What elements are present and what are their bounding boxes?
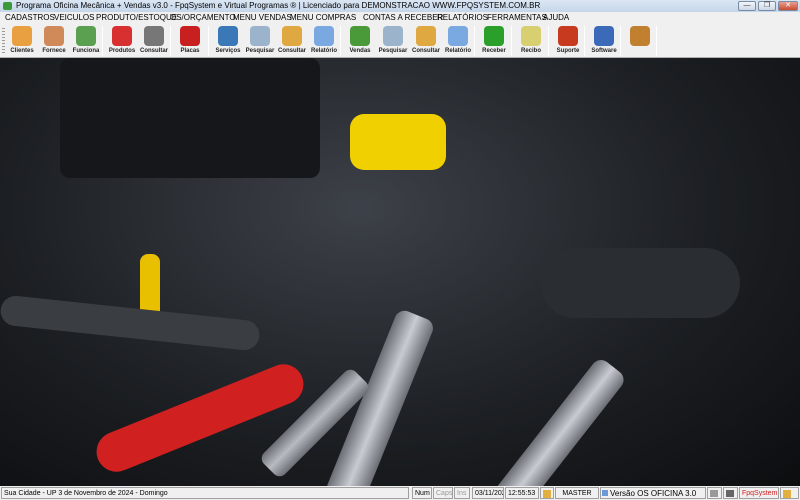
menu-cadastros[interactable]: CADASTROS (5, 12, 55, 24)
status-num: Num (412, 487, 432, 499)
toolbar-button-consultar-4[interactable]: Consultar (138, 25, 170, 57)
toolbar-label: Suporte (556, 48, 580, 54)
printer-icon (448, 26, 468, 46)
restore-button[interactable]: ❐ (758, 1, 776, 11)
version-text: Versão OS OFICINA 3.0 (610, 489, 697, 498)
status-user: MASTER (555, 487, 599, 499)
toolbar-button-receber-14[interactable]: Receber (478, 25, 510, 57)
toolbar-separator (584, 26, 585, 56)
toolbar-separator (170, 26, 171, 56)
monitor-icon (594, 26, 614, 46)
toolbar-label: Receber (482, 48, 506, 54)
toolbar-separator (102, 26, 103, 56)
support-icon (558, 26, 578, 46)
printer-icon (314, 26, 334, 46)
cart-icon (350, 26, 370, 46)
calculator-icon[interactable] (723, 487, 738, 499)
toolbar-separator (340, 26, 341, 56)
toolbar-label: Relatório (310, 48, 337, 54)
menu-produto-estoque[interactable]: PRODUTO/ESTOQUE (96, 12, 177, 24)
status-caps: Caps (433, 487, 453, 499)
toolbar-label: Recibo (520, 48, 541, 54)
status-location-date: Sua Cidade - UP 3 de Novembro de 2024 - … (1, 487, 409, 499)
toolbar-button-funciona-2[interactable]: Funciona (70, 25, 102, 57)
menu-ajuda[interactable]: AJUDA (543, 12, 569, 24)
employee-icon (76, 26, 96, 46)
toolbar-separator (548, 26, 549, 56)
toolbar-separator (656, 26, 657, 56)
toolbar-label: Consultar (139, 48, 168, 54)
engine-background-image (0, 58, 800, 486)
toolbar-button-pesquisar-11[interactable]: Pesquisar (377, 25, 409, 57)
users-icon (12, 26, 32, 46)
status-ins: Ins (454, 487, 470, 499)
menu-vendas[interactable]: MENU VENDAS (233, 12, 292, 24)
toolbar-button-sair-18[interactable] (624, 25, 656, 57)
folder-drawer-icon (282, 26, 302, 46)
toolbar-button-placas-5[interactable]: Placas (174, 25, 206, 57)
exit-door-icon (630, 26, 650, 46)
title-bar: Programa Oficina Mecânica + Vendas v3.0 … (0, 0, 800, 12)
toolbar-button-relatório-9[interactable]: Relatório (308, 25, 340, 57)
status-version: Versão OS OFICINA 3.0 (600, 487, 706, 499)
toolbar-separator (474, 26, 475, 56)
menu-veiculos[interactable]: VEICULOS (54, 12, 94, 24)
clipboard-icon (218, 26, 238, 46)
version-icon (602, 490, 608, 496)
toolbar-button-vendas-10[interactable]: Vendas (344, 25, 376, 57)
close-button[interactable]: ✕ (778, 1, 798, 11)
toolbar-label: Funciona (72, 48, 100, 54)
toolbar-button-relatório-13[interactable]: Relatório (442, 25, 474, 57)
menu-contas-receber[interactable]: CONTAS A RECEBER (363, 12, 443, 24)
status-bar: Sua Cidade - UP 3 de Novembro de 2024 - … (0, 486, 800, 500)
dollar-icon (484, 26, 504, 46)
minimize-button[interactable]: — (738, 1, 756, 11)
toolbar-label: Software (591, 48, 617, 54)
status-date: 03/11/2024 (472, 487, 504, 499)
toolbar-separator (620, 26, 621, 56)
user-icon (540, 487, 554, 499)
menu-relatorios[interactable]: RELATÓRIOS (437, 12, 488, 24)
help-icon[interactable] (780, 487, 799, 499)
toolbar-separator (208, 26, 209, 56)
car-icon (180, 26, 200, 46)
barcode-icon (144, 26, 164, 46)
supplier-icon (44, 26, 64, 46)
menu-bar: CADASTROS VEICULOS PRODUTO/ESTOQUE OS/OR… (0, 12, 800, 24)
menu-os-orcamento[interactable]: OS/ORÇAMENTO (170, 12, 236, 24)
toolbar-label: Relatório (444, 48, 471, 54)
window-title: Programa Oficina Mecânica + Vendas v3.0 … (16, 1, 541, 10)
printer-icon[interactable] (707, 487, 722, 499)
folder-drawer-icon (416, 26, 436, 46)
status-brand[interactable]: FpqSystem (739, 487, 779, 499)
status-time: 12:55:53 (505, 487, 539, 499)
toolbar: Clientes Fornece Funciona Produtos Consultar… (0, 24, 800, 58)
toolbar-button-software-17[interactable]: Software (588, 25, 620, 57)
app-icon (3, 2, 12, 10)
toolbar-separator (511, 26, 512, 56)
toolbox-icon (112, 26, 132, 46)
receipt-icon (521, 26, 541, 46)
toolbar-button-recibo-15[interactable]: Recibo (515, 25, 547, 57)
toolbar-label: Placas (180, 48, 200, 54)
search-doc-icon (250, 26, 270, 46)
menu-compras[interactable]: MENU COMPRAS (290, 12, 356, 24)
menu-ferramentas[interactable]: FERRAMENTAS (487, 12, 547, 24)
toolbar-button-suporte-16[interactable]: Suporte (552, 25, 584, 57)
search-doc-icon (383, 26, 403, 46)
